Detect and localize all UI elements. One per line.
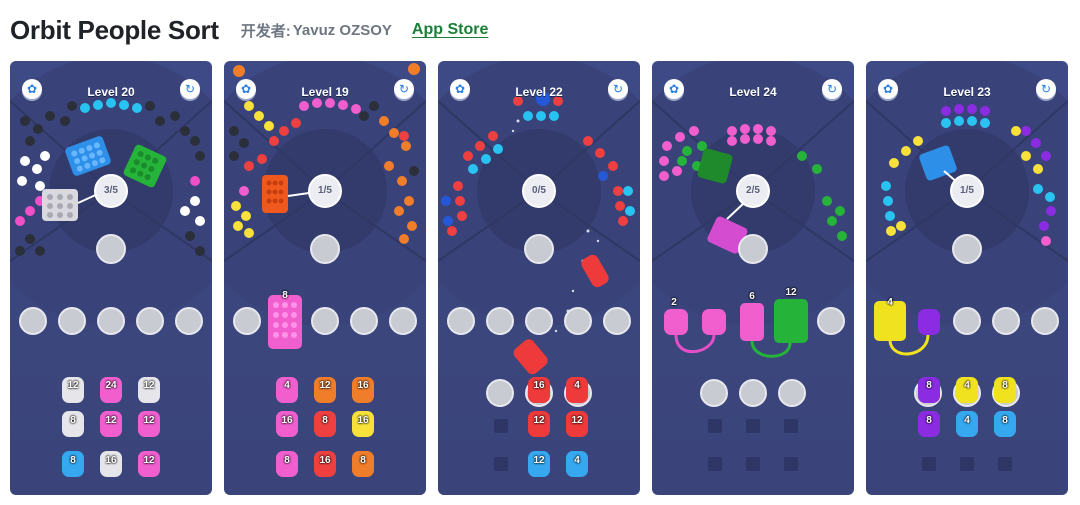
developer-name[interactable]: Yavuz OZSOY <box>293 22 392 39</box>
count-label: 8 <box>360 455 366 466</box>
gear-icon[interactable]: ✿ <box>664 79 684 99</box>
count-label: 12 <box>67 380 79 391</box>
game-scene <box>10 61 212 477</box>
developer-label: 开发者: <box>240 22 291 40</box>
count-label: 16 <box>319 455 331 466</box>
count-label: 8 <box>926 415 932 426</box>
count-label: 16 <box>357 415 369 426</box>
restart-icon[interactable]: ↻ <box>608 79 628 99</box>
block-count-label: 12 <box>785 287 797 298</box>
count-label: 16 <box>105 455 117 466</box>
count-label: 8 <box>70 455 76 466</box>
progress-counter: 1/5 <box>960 185 974 196</box>
block-count-label: 8 <box>282 290 288 301</box>
count-label: 4 <box>574 380 580 391</box>
count-label: 8 <box>1002 380 1008 391</box>
count-label: 12 <box>143 415 155 426</box>
restart-icon[interactable]: ↻ <box>822 79 842 99</box>
app-header: Orbit People Sort 开发者: Yavuz OZSOY App S… <box>10 10 488 50</box>
count-label: 12 <box>319 380 331 391</box>
restart-icon[interactable]: ↻ <box>1036 79 1056 99</box>
count-label: 16 <box>533 380 545 391</box>
count-label: 12 <box>533 415 545 426</box>
gear-icon[interactable]: ✿ <box>450 79 470 99</box>
count-label: 4 <box>574 455 580 466</box>
gear-icon[interactable]: ✿ <box>236 79 256 99</box>
progress-counter: 3/5 <box>104 185 118 196</box>
screenshot-level-23[interactable]: Level 23 ✿ ↻ 1/5 4 8 4 8 8 4 8 <box>866 61 1068 495</box>
progress-counter: 1/5 <box>318 185 332 196</box>
count-label: 12 <box>105 415 117 426</box>
block-count-label: 2 <box>671 297 677 308</box>
count-label: 8 <box>926 380 932 391</box>
count-label: 8 <box>1002 415 1008 426</box>
app-store-link[interactable]: App Store <box>412 21 488 39</box>
gear-icon[interactable]: ✿ <box>22 79 42 99</box>
screenshot-level-24[interactable]: Level 24 ✿ ↻ 2/5 2 6 12 <box>652 61 854 495</box>
game-scene <box>652 61 854 471</box>
progress-counter: 2/5 <box>746 185 760 196</box>
restart-icon[interactable]: ↻ <box>180 79 200 99</box>
count-label: 12 <box>143 380 155 391</box>
count-label: 4 <box>964 415 970 426</box>
count-label: 4 <box>964 380 970 391</box>
app-title: Orbit People Sort <box>10 14 219 45</box>
count-label: 12 <box>143 455 155 466</box>
screenshot-level-22[interactable]: Level 22 ✿ ↻ 0/5 16 4 12 12 12 4 <box>438 61 640 495</box>
gear-icon[interactable]: ✿ <box>878 79 898 99</box>
count-label: 4 <box>284 380 290 391</box>
block-count-label: 6 <box>749 291 755 302</box>
screenshot-level-20[interactable]: Level 20 ✿ ↻ 3/5 12 24 12 8 12 12 8 16 1… <box>10 61 212 495</box>
count-label: 8 <box>70 415 76 426</box>
progress-counter: 0/5 <box>532 185 546 196</box>
count-label: 12 <box>533 455 545 466</box>
game-scene <box>438 61 640 477</box>
screenshot-level-19[interactable]: Level 19 ✿ ↻ 1/5 8 4 12 16 16 8 16 8 16 … <box>224 61 426 495</box>
count-label: 8 <box>322 415 328 426</box>
count-label: 12 <box>571 415 583 426</box>
count-label: 8 <box>284 455 290 466</box>
count-label: 24 <box>105 380 117 391</box>
count-label: 16 <box>357 380 369 391</box>
game-scene <box>866 61 1068 471</box>
restart-icon[interactable]: ↻ <box>394 79 414 99</box>
block-count-label: 4 <box>887 297 893 308</box>
game-scene <box>224 61 426 477</box>
count-label: 16 <box>281 415 293 426</box>
